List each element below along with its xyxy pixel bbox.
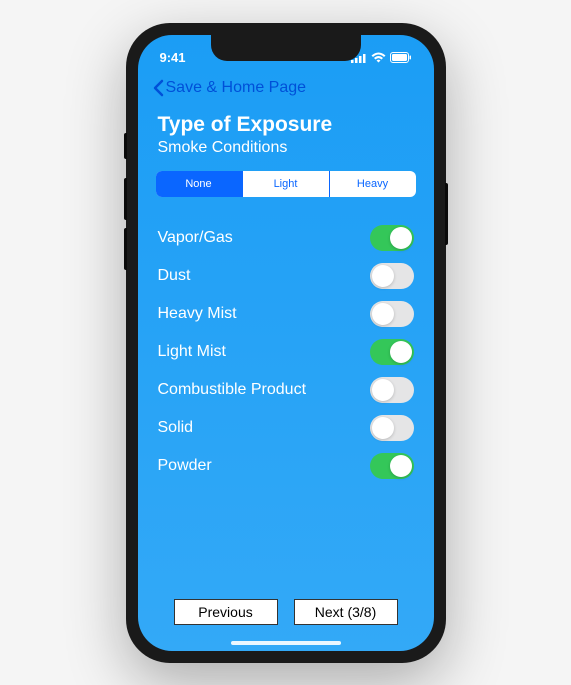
list-row: Solid: [158, 409, 414, 447]
segment-none[interactable]: None: [156, 171, 243, 197]
page-title: Type of Exposure: [158, 113, 414, 137]
notch: [211, 35, 361, 61]
list-item-label: Combustible Product: [158, 381, 307, 399]
toggle-switch[interactable]: [370, 225, 414, 251]
volume-down-button: [124, 228, 127, 270]
toggle-knob: [372, 303, 394, 325]
segmented-control[interactable]: NoneLightHeavy: [156, 171, 416, 197]
footer-buttons: Previous Next (3/8): [138, 599, 434, 625]
list-item-label: Light Mist: [158, 343, 226, 361]
toggle-knob: [390, 341, 412, 363]
phone-frame: 9:41 Save & Home Page Type of Exposure: [126, 23, 446, 663]
list-row: Vapor/Gas: [158, 219, 414, 257]
nav-back[interactable]: Save & Home Page: [138, 71, 434, 105]
toggle-switch[interactable]: [370, 453, 414, 479]
previous-button[interactable]: Previous: [174, 599, 278, 625]
next-button[interactable]: Next (3/8): [294, 599, 398, 625]
toggle-switch[interactable]: [370, 415, 414, 441]
list-row: Dust: [158, 257, 414, 295]
toggle-knob: [372, 417, 394, 439]
segment-heavy[interactable]: Heavy: [330, 171, 416, 197]
list-item-label: Heavy Mist: [158, 305, 237, 323]
list-row: Light Mist: [158, 333, 414, 371]
page-subtitle: Smoke Conditions: [158, 139, 414, 157]
chevron-left-icon: [152, 79, 164, 97]
volume-up-button: [124, 178, 127, 220]
toggle-switch[interactable]: [370, 301, 414, 327]
list-row: Powder: [158, 447, 414, 485]
header: Type of Exposure Smoke Conditions: [138, 105, 434, 171]
list-row: Combustible Product: [158, 371, 414, 409]
nav-back-label: Save & Home Page: [166, 79, 307, 97]
segment-light[interactable]: Light: [243, 171, 330, 197]
list-row: Heavy Mist: [158, 295, 414, 333]
list-item-label: Solid: [158, 419, 194, 437]
home-indicator[interactable]: [231, 641, 341, 645]
mute-switch: [124, 133, 127, 159]
battery-icon: [390, 52, 412, 63]
toggle-knob: [372, 379, 394, 401]
toggle-switch[interactable]: [370, 263, 414, 289]
screen: 9:41 Save & Home Page Type of Exposure: [138, 35, 434, 651]
wifi-icon: [371, 52, 386, 63]
toggle-switch[interactable]: [370, 339, 414, 365]
list-item-label: Vapor/Gas: [158, 229, 233, 247]
toggle-knob: [390, 227, 412, 249]
toggle-knob: [372, 265, 394, 287]
power-button: [445, 183, 448, 245]
toggle-switch[interactable]: [370, 377, 414, 403]
toggle-knob: [390, 455, 412, 477]
list-item-label: Powder: [158, 457, 212, 475]
exposure-list: Vapor/Gas Dust Heavy Mist Light Mist Combust…: [138, 197, 434, 485]
list-item-label: Dust: [158, 267, 191, 285]
